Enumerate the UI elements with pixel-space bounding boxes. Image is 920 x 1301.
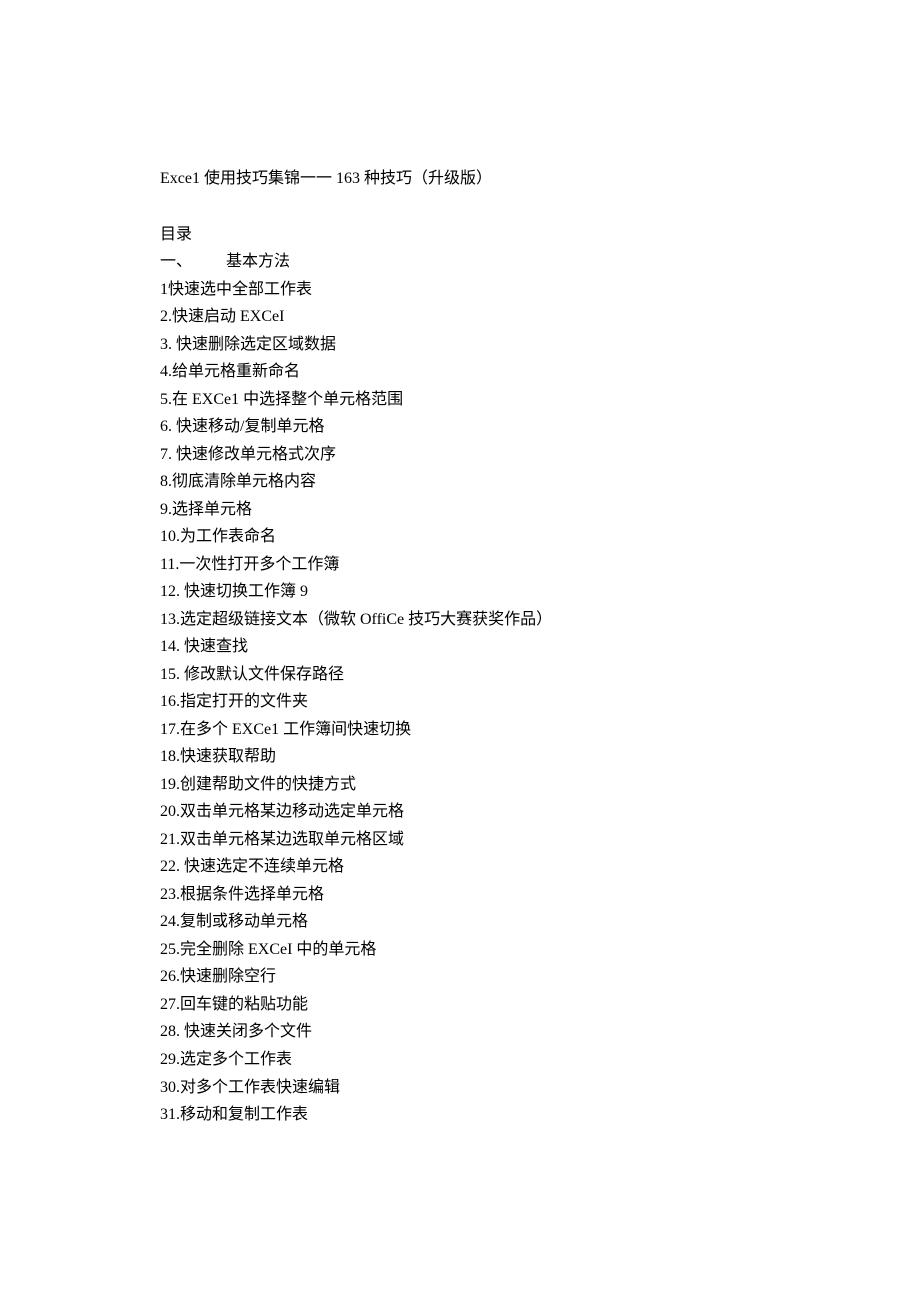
item-number: 19 [160, 771, 176, 799]
toc-item: 27 .回车键的粘贴功能 [160, 991, 760, 1019]
item-text: .彻底清除单元格内容 [168, 468, 316, 496]
item-text: . 快速选定不连续单元格 [176, 853, 344, 881]
item-text: .指定打开的文件夹 [176, 688, 308, 716]
item-text: .双击单元格某边选取单元格区域 [176, 826, 404, 854]
item-number: 8 [160, 468, 168, 496]
item-text: .对多个工作表快速编辑 [176, 1074, 340, 1102]
item-number: 7 [160, 441, 168, 469]
item-text: . 快速修改单元格式次序 [168, 441, 336, 469]
toc-item: 2 .快速启动 EXCeI [160, 303, 760, 331]
item-number: 20 [160, 798, 176, 826]
section-heading: 一、 基本方法 [160, 248, 760, 276]
document-title: Exce1 使用技巧集锦一一 163 种技巧（升级版） [160, 165, 760, 193]
toc-item: 15 . 修改默认文件保存路径 [160, 661, 760, 689]
item-text: .一次性打开多个工作簿 [175, 551, 339, 579]
toc-item: 8 .彻底清除单元格内容 [160, 468, 760, 496]
item-number: 30 [160, 1074, 176, 1102]
toc-item: 18 .快速获取帮助 [160, 743, 760, 771]
toc-item: 7 . 快速修改单元格式次序 [160, 441, 760, 469]
item-number: 12 [160, 578, 176, 606]
item-text: .选定多个工作表 [176, 1046, 292, 1074]
toc-item: 12 . 快速切换工作簿 9 [160, 578, 760, 606]
item-number: 3 [160, 331, 168, 359]
item-text: .复制或移动单元格 [176, 908, 308, 936]
item-text: .在多个 EXCe1 工作簿间快速切换 [176, 716, 411, 744]
item-number: 5 [160, 386, 168, 414]
item-text: . 快速移动/复制单元格 [168, 413, 324, 441]
item-text: .回车键的粘贴功能 [176, 991, 308, 1019]
item-number: 26 [160, 963, 176, 991]
item-number: 28 [160, 1018, 176, 1046]
toc-item: 29 .选定多个工作表 [160, 1046, 760, 1074]
toc-item: 22 . 快速选定不连续单元格 [160, 853, 760, 881]
section-number: 一、 [160, 248, 192, 276]
item-text: .在 EXCe1 中选择整个单元格范围 [168, 386, 403, 414]
item-text: .创建帮助文件的快捷方式 [176, 771, 356, 799]
toc-item: 28 . 快速关闭多个文件 [160, 1018, 760, 1046]
toc-item: 24 .复制或移动单元格 [160, 908, 760, 936]
item-number: 4 [160, 358, 168, 386]
toc-item: 9 .选择单元格 [160, 496, 760, 524]
item-number: 9 [160, 496, 168, 524]
item-number: 24 [160, 908, 176, 936]
toc-item: 31 .移动和复制工作表 [160, 1101, 760, 1129]
item-number: 11 [160, 551, 175, 579]
toc-item: 30 .对多个工作表快速编辑 [160, 1074, 760, 1102]
item-text: . 修改默认文件保存路径 [176, 661, 344, 689]
item-text: .选择单元格 [168, 496, 252, 524]
toc-item: 6 . 快速移动/复制单元格 [160, 413, 760, 441]
item-number: 21 [160, 826, 176, 854]
item-text: .快速获取帮助 [176, 743, 276, 771]
item-number: 13 [160, 606, 176, 634]
toc-item: 11 .一次性打开多个工作簿 [160, 551, 760, 579]
toc-item: 10 .为工作表命名 [160, 523, 760, 551]
item-number: 6 [160, 413, 168, 441]
item-text: . 快速删除选定区域数据 [168, 331, 336, 359]
item-number: 1 [160, 276, 168, 304]
item-number: 29 [160, 1046, 176, 1074]
item-number: 10 [160, 523, 176, 551]
item-number: 23 [160, 881, 176, 909]
item-text: .完全删除 EXCeI 中的单元格 [176, 936, 376, 964]
item-text: .移动和复制工作表 [176, 1101, 308, 1129]
document-page: Exce1 使用技巧集锦一一 163 种技巧（升级版） 目录 一、 基本方法 1… [0, 0, 920, 1229]
item-number: 15 [160, 661, 176, 689]
item-number: 16 [160, 688, 176, 716]
toc-item: 5 .在 EXCe1 中选择整个单元格范围 [160, 386, 760, 414]
item-text: .快速删除空行 [176, 963, 276, 991]
toc-item: 20 .双击单元格某边移动选定单元格 [160, 798, 760, 826]
item-text: .快速启动 EXCeI [168, 303, 284, 331]
item-text: .双击单元格某边移动选定单元格 [176, 798, 404, 826]
item-number: 31 [160, 1101, 176, 1129]
toc-item: 17 .在多个 EXCe1 工作簿间快速切换 [160, 716, 760, 744]
item-number: 17 [160, 716, 176, 744]
toc-item: 4 .给单元格重新命名 [160, 358, 760, 386]
toc-item: 25 .完全删除 EXCeI 中的单元格 [160, 936, 760, 964]
item-number: 22 [160, 853, 176, 881]
toc-item: 19 .创建帮助文件的快捷方式 [160, 771, 760, 799]
toc-item: 23 .根据条件选择单元格 [160, 881, 760, 909]
item-number: 18 [160, 743, 176, 771]
toc-item: 14 . 快速查找 [160, 633, 760, 661]
toc-item: 21 .双击单元格某边选取单元格区域 [160, 826, 760, 854]
toc-item: 13 .选定超级链接文本（微软 OffiCe 技巧大赛获奖作品） [160, 606, 760, 634]
item-number: 25 [160, 936, 176, 964]
item-text: . 快速切换工作簿 9 [176, 578, 308, 606]
item-text: .为工作表命名 [176, 523, 276, 551]
section-label: 基本方法 [226, 248, 290, 276]
item-number: 27 [160, 991, 176, 1019]
item-text: .给单元格重新命名 [168, 358, 300, 386]
item-text: .根据条件选择单元格 [176, 881, 324, 909]
toc-heading: 目录 [160, 221, 760, 249]
item-text: .选定超级链接文本（微软 OffiCe 技巧大赛获奖作品） [176, 606, 552, 634]
item-number: 2 [160, 303, 168, 331]
item-text: . 快速关闭多个文件 [176, 1018, 312, 1046]
toc-item: 16 .指定打开的文件夹 [160, 688, 760, 716]
item-number: 14 [160, 633, 176, 661]
toc-item: 3 . 快速删除选定区域数据 [160, 331, 760, 359]
item-text: . 快速查找 [176, 633, 248, 661]
toc-item: 1快速选中全部工作表 [160, 276, 760, 304]
item-text: 快速选中全部工作表 [168, 276, 312, 304]
toc-item: 26 .快速删除空行 [160, 963, 760, 991]
